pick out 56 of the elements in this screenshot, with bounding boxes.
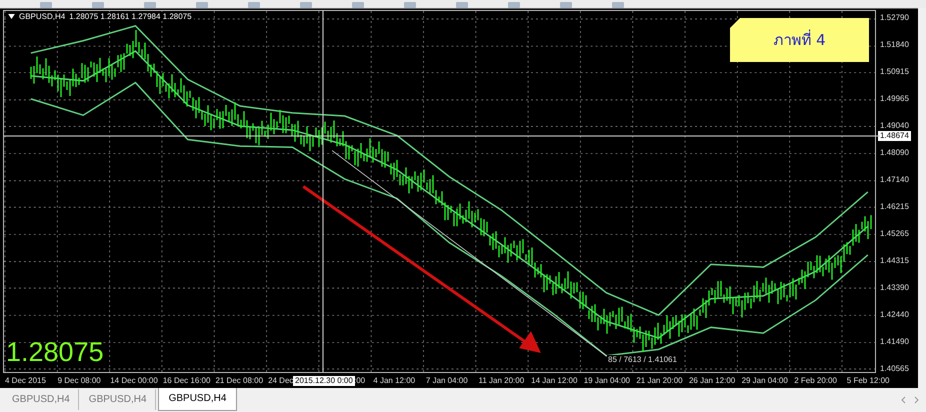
toolbar-icon[interactable] [456,2,468,8]
price-label: 1.52790 [880,13,909,23]
price-label: 1.44315 [880,256,909,266]
price-label: 1.46215 [880,202,909,212]
time-label: 14 Dec 00:00 [110,376,158,386]
chart-tab[interactable]: GBPUSD,H4 [4,389,79,410]
toolbar-icon[interactable] [352,2,364,8]
time-label: 21 Jan 20:00 [636,376,683,386]
time-label: 24 Dec [268,376,294,386]
toolbar-icon[interactable] [92,2,104,8]
toolbar-icon[interactable] [560,2,572,8]
symbol-label: GBPUSD,H4 [19,12,66,21]
scroll-right-icon[interactable] [914,396,920,404]
toolbar-icon[interactable] [248,2,260,8]
time-label: 29 Jan 04:00 [742,376,788,386]
price-label: 1.50915 [880,66,909,77]
time-label: 5 Feb 12:00 [846,376,890,386]
time-label: 4 Jan 12:00 [373,376,416,386]
crosshair-date: 2015.12.30 0:00 [293,376,355,386]
price-marker: 1.48674 [878,131,911,141]
toolbar-icon[interactable] [144,2,156,8]
time-label: 4 Dec 2015 [5,376,46,386]
price-label: 1.48090 [880,148,909,158]
time-label: 2 Feb 20:00 [794,376,837,386]
price-label: 1.51840 [880,40,909,50]
time-label: 19 Jan 04:00 [584,376,630,386]
time-label: 11 Jan 20:00 [478,376,524,386]
toolbar-icon[interactable] [404,2,416,8]
time-label: 26 Jan 12:00 [688,376,736,386]
note-label: ภาพที่ 4 [730,18,869,62]
scroll-left-icon[interactable] [900,396,906,404]
time-label: 21 Dec 08:00 [215,376,264,386]
toolbar-icon[interactable] [300,2,312,8]
time-label: 9 Dec 08:00 [58,376,101,386]
last-price: 1.28075 [6,337,104,367]
price-label: 1.47140 [880,175,909,186]
crosshair-info: 85 / 7613 / 1.41061 [607,355,678,364]
toolbar-icon[interactable] [508,2,520,8]
time-label: 16 Dec 16:00 [162,376,210,386]
chart-tab[interactable]: GBPUSD,H4 [80,389,156,410]
quote-values: 1.28075 1.28161 1.27984 1.28075 [69,12,192,21]
price-label: 1.49965 [880,94,909,104]
toolbar-icon[interactable] [612,2,624,8]
price-label: 1.45265 [880,229,909,240]
dropdown-triangle-icon[interactable] [8,14,15,19]
price-label: 1.49040 [880,120,909,131]
price-label: 1.43390 [880,282,909,293]
price-label: 1.40565 [880,364,909,374]
time-label: 7 Jan 04:00 [426,376,468,386]
toolbar-icon[interactable] [40,2,52,8]
time-label: 14 Jan 12:00 [531,376,578,386]
chart-tab[interactable]: GBPUSD,H4 [158,388,238,411]
time-label: :00 [354,376,366,386]
toolbar-icon[interactable] [196,2,208,8]
price-label: 1.42440 [880,310,909,320]
price-label: 1.41490 [880,337,909,348]
